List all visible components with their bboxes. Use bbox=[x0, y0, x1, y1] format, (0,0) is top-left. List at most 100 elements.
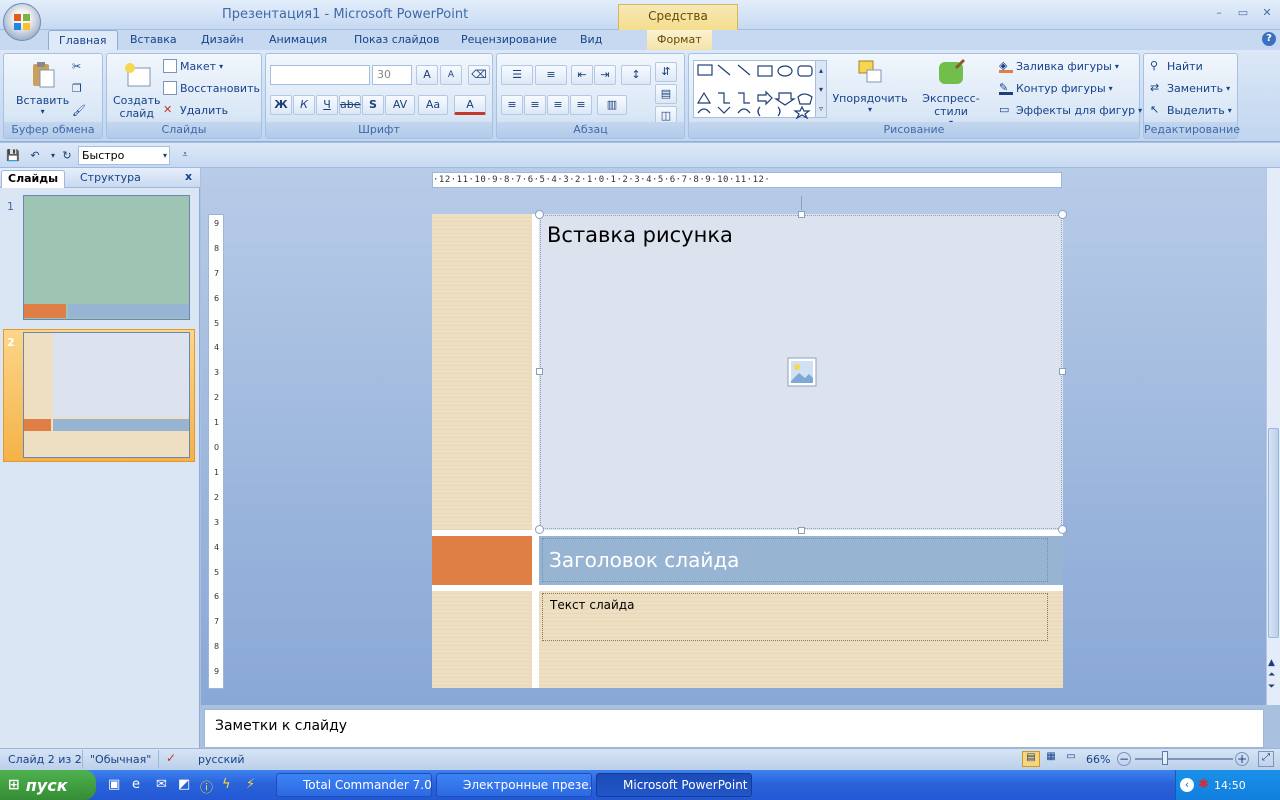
tab-view[interactable]: Вид bbox=[570, 30, 612, 51]
fit-to-window-icon[interactable]: ⤢ bbox=[1258, 751, 1274, 767]
scroll-up-icon[interactable]: ▲ bbox=[1268, 658, 1275, 668]
format-painter-button[interactable]: 🖌 bbox=[72, 104, 86, 118]
resize-handle-br[interactable] bbox=[1058, 525, 1067, 534]
close-button[interactable]: ✕ bbox=[1256, 6, 1278, 22]
save-icon[interactable]: 💾 bbox=[4, 146, 22, 164]
tab-format[interactable]: Формат bbox=[647, 30, 712, 51]
shapes-gallery[interactable] bbox=[693, 60, 825, 120]
zoom-slider-thumb[interactable] bbox=[1162, 751, 1168, 765]
change-case-button[interactable]: Aa bbox=[418, 95, 448, 115]
prev-slide-icon[interactable]: ⏶ bbox=[1268, 670, 1275, 680]
shapes-scroll[interactable]: ▴ ▾ ▿ bbox=[815, 60, 827, 118]
redo-icon[interactable]: ↻ bbox=[58, 146, 76, 164]
underline-button[interactable]: Ч bbox=[316, 95, 338, 115]
sorter-view-icon[interactable]: ▦ bbox=[1042, 751, 1060, 767]
maximize-button[interactable]: ▭ bbox=[1232, 6, 1254, 22]
font-color-button[interactable]: A bbox=[454, 95, 486, 115]
qat-font-dropdown-icon[interactable]: ▾ bbox=[156, 146, 174, 164]
bold-button[interactable]: Ж bbox=[270, 95, 292, 115]
text-placeholder[interactable]: Текст слайда bbox=[542, 593, 1048, 641]
panel-close-icon[interactable]: x bbox=[185, 170, 192, 183]
decrease-indent-button[interactable]: ⇤ bbox=[571, 65, 593, 85]
task-powerpoint[interactable]: Microsoft PowerPoint ... bbox=[596, 773, 752, 797]
tab-review[interactable]: Рецензирование bbox=[451, 30, 567, 51]
clear-format-button[interactable]: ⌫ bbox=[468, 65, 490, 85]
slide-thumbnail-1[interactable] bbox=[23, 195, 190, 320]
picture-placeholder[interactable]: Вставка рисунка bbox=[540, 215, 1062, 529]
paste-button[interactable]: Вставить ▾ bbox=[16, 60, 69, 116]
layout-button[interactable]: Макет ▾ bbox=[163, 59, 223, 73]
insert-picture-icon[interactable] bbox=[787, 357, 817, 387]
zoom-slider-track[interactable] bbox=[1135, 758, 1233, 760]
tab-outline[interactable]: Структура bbox=[74, 170, 147, 188]
justify-button[interactable]: ≡ bbox=[570, 95, 592, 115]
shadow-button[interactable]: S bbox=[362, 95, 384, 115]
font-size-field[interactable]: 30 bbox=[372, 65, 412, 85]
spellcheck-icon[interactable]: ✓ bbox=[166, 751, 176, 765]
office-button[interactable] bbox=[3, 3, 41, 41]
minimize-button[interactable]: – bbox=[1208, 6, 1230, 22]
resize-handle-t[interactable] bbox=[798, 211, 805, 218]
select-button[interactable]: ↖ Выделить ▾ bbox=[1150, 103, 1232, 117]
vertical-scrollbar[interactable]: ▲ ⏶ ⏷ bbox=[1266, 168, 1280, 705]
slideshow-view-icon[interactable]: ▭ bbox=[1062, 751, 1080, 767]
normal-view-icon[interactable]: ▤ bbox=[1022, 751, 1040, 767]
quicklaunch-winamp-icon[interactable]: ⚡ bbox=[246, 777, 255, 792]
italic-button[interactable]: К bbox=[293, 95, 315, 115]
char-spacing-button[interactable]: AV bbox=[385, 95, 415, 115]
tab-slides[interactable]: Слайды bbox=[1, 170, 66, 188]
tab-slideshow[interactable]: Показ слайдов bbox=[344, 30, 450, 51]
quicklaunch-powerpoint-icon[interactable]: ▣ bbox=[108, 777, 120, 792]
zoom-level[interactable]: 66% bbox=[1086, 753, 1110, 766]
quicklaunch-flash-icon[interactable]: ϟ bbox=[222, 777, 231, 792]
task-total-commander[interactable]: Total Commander 7.0... bbox=[276, 773, 432, 797]
grow-font-button[interactable]: A bbox=[416, 65, 438, 85]
quicklaunch-desktop-icon[interactable]: ◩ bbox=[178, 777, 190, 792]
resize-handle-tr[interactable] bbox=[1058, 210, 1067, 219]
strikethrough-button[interactable]: abe bbox=[339, 95, 361, 115]
numbering-button[interactable]: ≡ bbox=[535, 65, 567, 85]
shape-outline-button[interactable]: ✎ Контур фигуры ▾ bbox=[999, 81, 1113, 95]
align-left-button[interactable]: ≡ bbox=[501, 95, 523, 115]
resize-handle-r[interactable] bbox=[1059, 368, 1066, 375]
replace-button[interactable]: ⇄ Заменить ▾ bbox=[1150, 81, 1230, 95]
tray-antivirus-icon[interactable]: ✱ bbox=[1198, 777, 1209, 792]
task-electronic-presentations[interactable]: Электронные презе... bbox=[436, 773, 592, 797]
bullets-button[interactable]: ☰ bbox=[501, 65, 533, 85]
tray-expand-icon[interactable]: ‹ bbox=[1180, 778, 1194, 792]
quicklaunch-ie-icon[interactable]: e bbox=[132, 777, 140, 792]
language[interactable]: русский bbox=[198, 753, 245, 766]
paste-dropdown-icon[interactable]: ▾ bbox=[41, 107, 45, 116]
text-direction-button[interactable]: ⇵ bbox=[655, 62, 677, 82]
quicklaunch-outlook-icon[interactable]: ✉ bbox=[156, 777, 167, 792]
align-right-button[interactable]: ≡ bbox=[547, 95, 569, 115]
notes-pane[interactable]: Заметки к слайду bbox=[204, 709, 1264, 748]
zoom-out-icon[interactable]: − bbox=[1117, 752, 1131, 766]
align-text-button[interactable]: ▤ bbox=[655, 84, 677, 104]
quick-styles-button[interactable]: Экспресс-стили ▾ bbox=[909, 58, 993, 127]
tab-animation[interactable]: Анимация bbox=[259, 30, 337, 51]
tab-insert[interactable]: Вставка bbox=[120, 30, 187, 51]
columns-button[interactable]: ▥ bbox=[597, 95, 627, 115]
new-slide-button[interactable]: Создать слайд bbox=[113, 60, 161, 120]
quicklaunch-info-icon[interactable]: ⓘ bbox=[200, 777, 213, 796]
reset-button[interactable]: Восстановить bbox=[163, 81, 260, 95]
next-slide-icon[interactable]: ⏷ bbox=[1268, 682, 1275, 692]
tab-design[interactable]: Дизайн bbox=[191, 30, 254, 51]
shape-effects-button[interactable]: ▭ Эффекты для фигур ▾ bbox=[999, 103, 1142, 117]
find-button[interactable]: ⚲ Найти bbox=[1150, 59, 1203, 73]
cut-button[interactable]: ✂ bbox=[72, 60, 86, 74]
align-center-button[interactable]: ≡ bbox=[524, 95, 546, 115]
arrange-button[interactable]: Упорядочить ▾ bbox=[832, 58, 908, 114]
copy-button[interactable]: ❐ bbox=[72, 82, 86, 96]
increase-indent-button[interactable]: ⇥ bbox=[594, 65, 616, 85]
shape-fill-button[interactable]: ◈ Заливка фигуры ▾ bbox=[999, 59, 1119, 73]
scrollbar-thumb[interactable] bbox=[1268, 428, 1279, 638]
slide-thumbnail-2[interactable] bbox=[23, 332, 190, 458]
shrink-font-button[interactable]: A bbox=[440, 65, 462, 85]
start-button[interactable]: ⊞ пуск bbox=[0, 770, 96, 800]
zoom-in-icon[interactable]: + bbox=[1235, 752, 1249, 766]
resize-handle-tl[interactable] bbox=[535, 210, 544, 219]
delete-slide-button[interactable]: ✕ Удалить bbox=[163, 103, 228, 117]
help-icon[interactable]: ? bbox=[1262, 32, 1276, 46]
